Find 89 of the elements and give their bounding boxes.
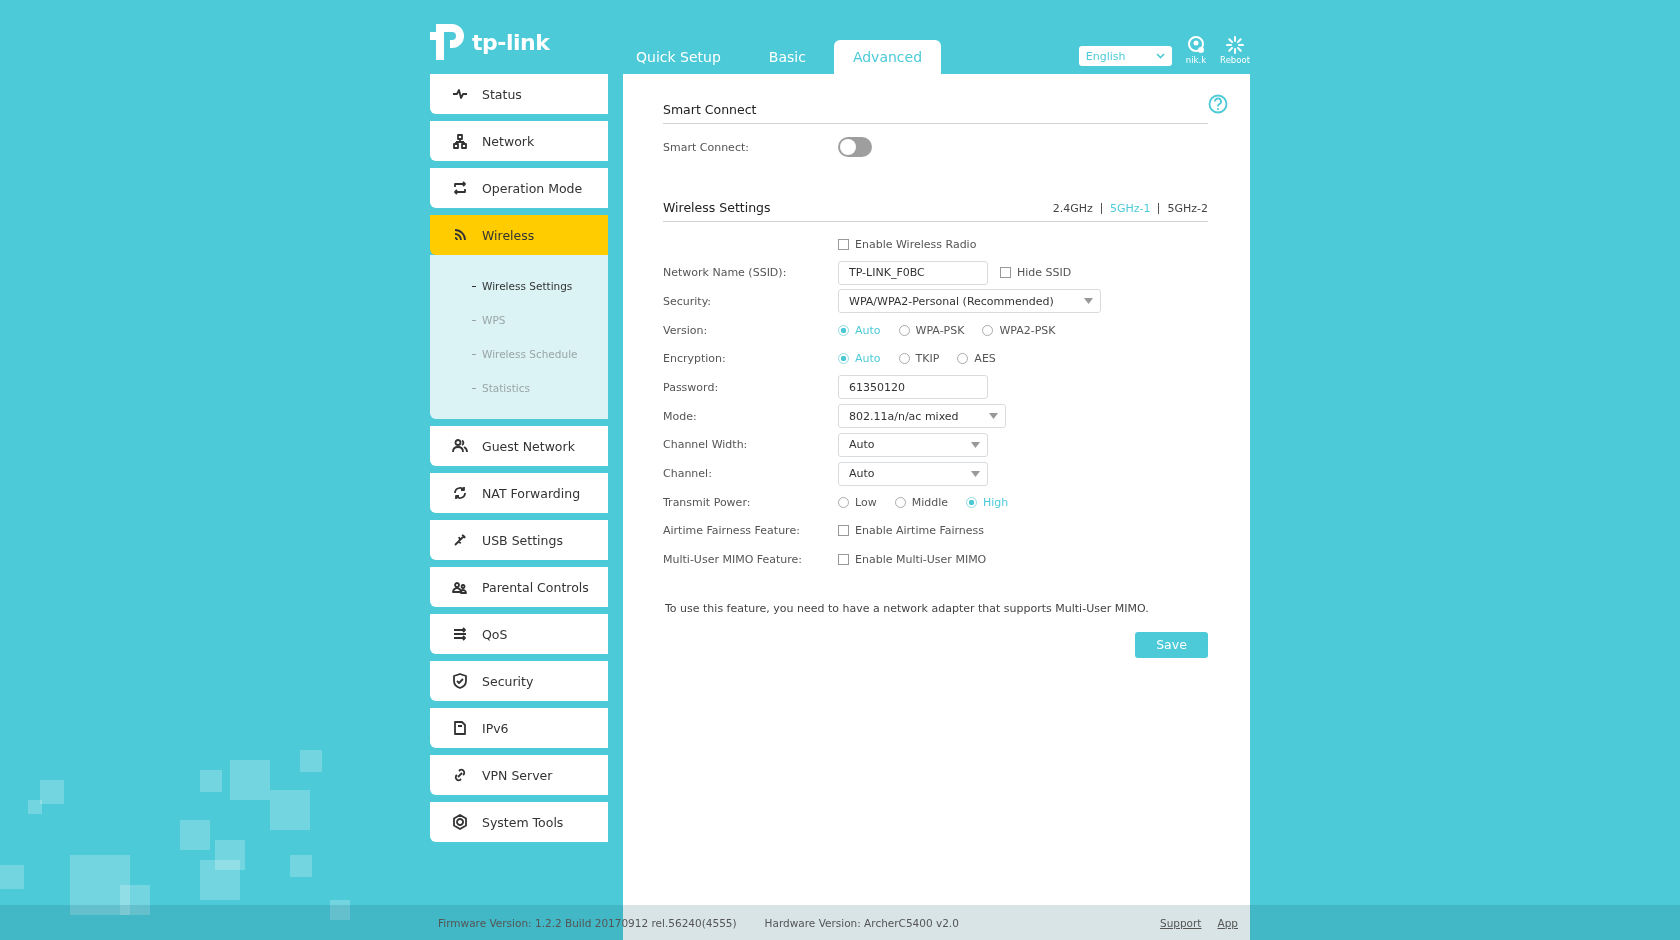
radio-button[interactable] xyxy=(982,324,994,336)
radio-label: TKIP xyxy=(915,352,940,366)
radio-button[interactable] xyxy=(957,353,969,365)
sidebar-item[interactable]: Guest Network xyxy=(430,426,608,466)
spinner-icon xyxy=(1226,36,1245,54)
field-label: Mode: xyxy=(663,409,698,423)
field-label: Airtime Fairness Feature: xyxy=(663,524,801,538)
checkbox-label: Enable Multi-User MIMO xyxy=(855,553,987,567)
radio-label: Auto xyxy=(855,352,881,366)
sidebar-item[interactable]: Wireless xyxy=(430,215,608,255)
sidebar-item[interactable]: NAT Forwarding xyxy=(430,473,608,513)
dropdown[interactable]: 802.11a/n/ac mixed xyxy=(838,404,1006,429)
brand-name: tp-link xyxy=(472,29,550,55)
radio-label: AES xyxy=(974,352,996,366)
sidebar-item[interactable]: QoS xyxy=(430,614,608,654)
sidebar-item[interactable]: VPN Server xyxy=(430,755,608,795)
toggle-switch[interactable] xyxy=(838,137,872,158)
checkbox[interactable] xyxy=(1000,267,1011,279)
checkbox[interactable] xyxy=(838,554,849,566)
dropdown[interactable]: Auto xyxy=(838,432,988,457)
footer-link[interactable]: App xyxy=(1217,916,1238,929)
dropdown[interactable]: WPA/WPA2-Personal (Recommended) xyxy=(838,289,1101,314)
caret-icon xyxy=(1155,53,1165,59)
sidebar-item[interactable]: Security xyxy=(430,661,608,701)
family-icon xyxy=(452,579,468,595)
section-title: Wireless Settings xyxy=(663,199,771,215)
radio-button[interactable] xyxy=(838,353,849,365)
checkbox[interactable] xyxy=(838,525,849,537)
radio-label: Middle xyxy=(911,495,948,509)
radio-label: Auto xyxy=(855,323,881,337)
field-label: Channel Width: xyxy=(663,438,749,452)
field-label: Network Name (SSID): xyxy=(663,266,788,280)
checkbox-label: Hide SSID xyxy=(1017,266,1072,280)
note-text: To use this feature, you need to have a network adapter that supports Multi-User MIMO. xyxy=(665,601,1150,615)
sidebar-item[interactable]: IPv6 xyxy=(430,708,608,748)
sidebar-item[interactable]: Operation Mode xyxy=(430,168,608,208)
people-icon xyxy=(452,438,468,454)
caret-icon xyxy=(971,441,980,448)
radio-button[interactable] xyxy=(894,496,906,508)
checkbox-label: Enable Wireless Radio xyxy=(855,237,977,251)
field-label: Password: xyxy=(663,380,720,394)
radio-label: WPA2-PSK xyxy=(999,323,1056,337)
radio-button[interactable] xyxy=(838,496,849,508)
arrows-icon xyxy=(452,626,468,642)
sidebar-item[interactable]: USB Settings xyxy=(430,520,608,560)
usb-icon xyxy=(452,532,468,548)
pulse-icon xyxy=(452,86,468,102)
band-link[interactable]: 5GHz-2 xyxy=(1167,201,1208,215)
sidebar-item[interactable]: Parental Controls xyxy=(430,567,608,607)
field-label: Smart Connect: xyxy=(663,140,750,154)
radio-button[interactable] xyxy=(838,324,849,336)
field-label: Transmit Power: xyxy=(663,495,752,509)
band-link[interactable]: 2.4GHz xyxy=(1052,201,1093,215)
sidebar-item[interactable]: Network xyxy=(430,121,608,161)
caret-icon xyxy=(988,413,998,420)
radio-label: High xyxy=(983,495,1009,509)
shield-icon xyxy=(452,673,468,689)
radio-button[interactable] xyxy=(966,496,977,508)
field-label: Multi-User MIMO Feature: xyxy=(663,553,804,567)
dropdown[interactable]: Auto xyxy=(838,461,988,486)
radio-button[interactable] xyxy=(898,353,910,365)
field-label: Security: xyxy=(663,294,713,308)
input-field[interactable]: 61350120 xyxy=(838,375,988,400)
checkbox-label: Enable Airtime Fairness xyxy=(855,524,985,538)
input-field[interactable]: TP-LINK_F0BC xyxy=(838,260,988,285)
wifi-icon xyxy=(452,227,468,243)
refresh-icon xyxy=(452,485,468,501)
radio-label: Low xyxy=(855,495,877,509)
radio-label: WPA-PSK xyxy=(915,323,965,337)
checkbox[interactable] xyxy=(838,238,849,250)
gear-icon xyxy=(452,814,468,830)
radio-button[interactable] xyxy=(898,324,910,336)
user-icon xyxy=(1186,36,1205,54)
document-icon xyxy=(452,720,468,736)
sidebar-item[interactable]: System Tools xyxy=(430,802,608,842)
caret-icon xyxy=(1083,298,1093,305)
field-label: Channel: xyxy=(663,467,713,481)
caret-icon xyxy=(971,470,980,477)
help-icon[interactable] xyxy=(1208,94,1228,114)
section-title: Smart Connect xyxy=(663,102,757,117)
field-label: Version: xyxy=(663,323,709,337)
swap-arrows-icon xyxy=(452,180,468,196)
field-label: Encryption: xyxy=(663,352,727,366)
network-icon xyxy=(452,133,468,149)
hardware-version: Hardware Version: ArcherC5400 v2.0 xyxy=(764,916,959,929)
link-icon xyxy=(452,767,468,783)
sidebar-item[interactable]: Status xyxy=(430,74,608,114)
submenu-item[interactable]: Wireless Settings xyxy=(430,269,608,303)
footer-link[interactable]: Support xyxy=(1159,916,1202,929)
